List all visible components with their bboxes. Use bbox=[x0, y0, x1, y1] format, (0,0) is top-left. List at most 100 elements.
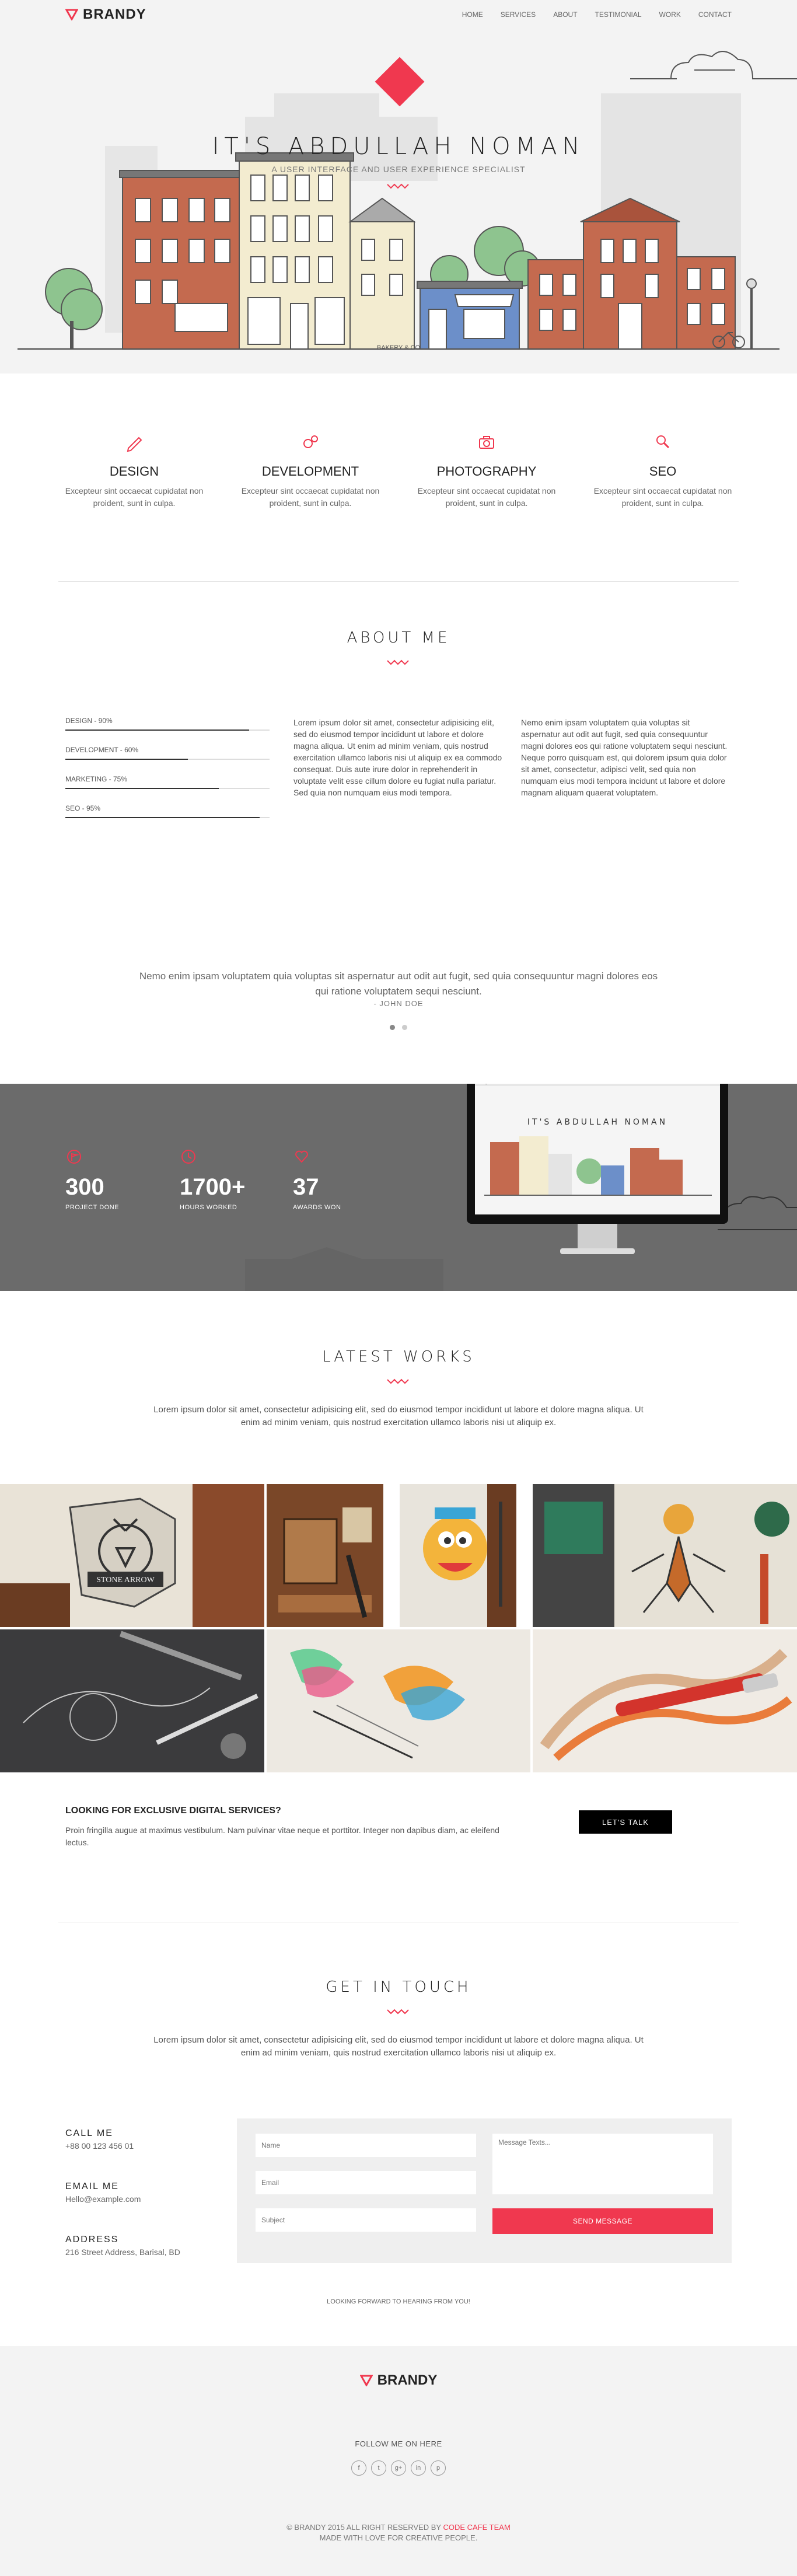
skill-bar-fill bbox=[65, 759, 188, 760]
skill-bar-fill bbox=[65, 729, 249, 731]
sketch-tools-artwork bbox=[0, 1629, 264, 1772]
skill-label: DEVELOPMENT - 60% bbox=[65, 746, 139, 754]
city-illustration bbox=[18, 51, 797, 350]
stat-label: PROJECT DONE bbox=[65, 1204, 119, 1211]
facebook-icon[interactable]: f bbox=[351, 2460, 366, 2476]
character-artwork bbox=[400, 1484, 516, 1627]
lets-talk-button[interactable]: LET'S TALK bbox=[579, 1810, 672, 1834]
service-title: SEO bbox=[649, 464, 677, 479]
social-links: f t g+ in p bbox=[0, 2460, 797, 2476]
svg-text:▽ BRANDY: ▽ BRANDY bbox=[484, 1084, 509, 1085]
contact-call: CALL ME +88 00 123 456 01 bbox=[65, 2128, 134, 2151]
pager-dot-active[interactable] bbox=[390, 1025, 395, 1030]
about-title: ABOUT ME bbox=[347, 629, 450, 647]
hero-subtitle: A USER INTERFACE AND USER EXPERIENCE SPE… bbox=[271, 165, 526, 174]
service-title: DEVELOPMENT bbox=[261, 464, 359, 479]
stats-section: ▽ BRANDY IT'S ABDULLAH NOMAN 300 PROJECT… bbox=[0, 1084, 797, 1291]
site-footer: BRANDY FOLLOW ME ON HERE f t g+ in p © B… bbox=[0, 2346, 797, 2576]
nav-contact[interactable]: CONTACT bbox=[698, 11, 732, 19]
portfolio-item[interactable] bbox=[0, 1629, 264, 1772]
insect-artwork bbox=[533, 1484, 797, 1627]
contact-form: SEND MESSAGE bbox=[237, 2118, 732, 2263]
team-link[interactable]: CODE CAFE TEAM bbox=[443, 2523, 510, 2532]
portfolio-item[interactable] bbox=[267, 1484, 397, 1627]
services-row: DESIGN Excepteur sint occaecat cupidatat… bbox=[58, 432, 739, 509]
skill-bar bbox=[65, 759, 270, 760]
nav-work[interactable]: WORK bbox=[659, 11, 681, 19]
portfolio-item[interactable] bbox=[533, 1484, 797, 1627]
portfolio-item[interactable]: STONE ARROW bbox=[0, 1484, 264, 1627]
service-text: Excepteur sint occaecat cupidatat non pr… bbox=[593, 486, 732, 508]
cta-text: Proin fringilla augue at maximus vestibu… bbox=[65, 1825, 499, 1847]
search-icon bbox=[656, 435, 670, 449]
stats-background-art: ▽ BRANDY IT'S ABDULLAH NOMAN bbox=[245, 1084, 797, 1291]
divider bbox=[58, 581, 739, 582]
email-title: EMAIL ME bbox=[65, 2181, 119, 2191]
copyright: © BRANDY 2015 ALL RIGHT RESERVED BY CODE… bbox=[0, 2522, 797, 2543]
stat-number: 1700+ bbox=[180, 1174, 246, 1200]
portfolio-item[interactable] bbox=[533, 1629, 797, 1772]
about-paragraph-2: Nemo enim ipsam voluptatem quia voluptas… bbox=[521, 718, 728, 797]
testimonial-author: - JOHN DOE bbox=[373, 999, 424, 1008]
copyright-text: © BRANDY 2015 ALL RIGHT RESERVED BY bbox=[286, 2523, 443, 2532]
nav-home[interactable]: HOME bbox=[462, 11, 483, 19]
linkedin-icon[interactable]: in bbox=[411, 2460, 426, 2476]
nav-about[interactable]: ABOUT bbox=[553, 11, 577, 19]
email-field[interactable] bbox=[256, 2171, 476, 2194]
service-development: DEVELOPMENT Excepteur sint occaecat cupi… bbox=[235, 432, 386, 509]
zigzag-divider-icon bbox=[387, 183, 409, 189]
flag-icon bbox=[67, 1150, 81, 1164]
skill-bar bbox=[65, 729, 270, 731]
pager-dot[interactable] bbox=[402, 1025, 407, 1030]
service-title: PHOTOGRAPHY bbox=[436, 464, 537, 479]
made-with-love: MADE WITH LOVE FOR CREATIVE PEOPLE. bbox=[319, 2533, 478, 2542]
brand-logo[interactable]: BRANDY bbox=[65, 6, 146, 23]
portfolio-item[interactable] bbox=[267, 1629, 530, 1772]
name-field[interactable] bbox=[256, 2134, 476, 2157]
nav-services[interactable]: SERVICES bbox=[501, 11, 536, 19]
pinterest-icon[interactable]: p bbox=[431, 2460, 446, 2476]
hero-section: IT'S ABDULLAH NOMAN A USER INTERFACE AND… bbox=[0, 29, 797, 374]
cta-block: LOOKING FOR EXCLUSIVE DIGITAL SERVICES? … bbox=[65, 1806, 509, 1849]
twitter-icon[interactable]: t bbox=[371, 2460, 386, 2476]
svg-text:IT'S ABDULLAH NOMAN: IT'S ABDULLAH NOMAN bbox=[527, 1118, 667, 1127]
subject-field[interactable] bbox=[256, 2208, 476, 2232]
footer-brand[interactable]: BRANDY bbox=[0, 2372, 797, 2389]
main-nav: HOME SERVICES ABOUT TESTIMONIAL WORK CON… bbox=[462, 11, 732, 19]
zigzag-divider-icon bbox=[387, 659, 409, 665]
about-paragraph-1: Lorem ipsum dolor sit amet, consectetur … bbox=[293, 718, 502, 797]
contact-email: EMAIL ME Hello@example.com bbox=[65, 2181, 141, 2204]
skill-bar-fill bbox=[65, 788, 219, 789]
call-value[interactable]: +88 00 123 456 01 bbox=[65, 2141, 134, 2151]
skill-label: MARKETING - 75% bbox=[65, 775, 128, 783]
nav-testimonial[interactable]: TESTIMONIAL bbox=[595, 11, 642, 19]
contact-note: LOOKING FORWARD TO HEARING FROM YOU! bbox=[327, 2298, 470, 2305]
hero-title: IT'S ABDULLAH NOMAN bbox=[212, 133, 585, 160]
pencil-icon bbox=[127, 437, 142, 452]
skill-bar bbox=[65, 788, 270, 789]
stamp-text: STONE ARROW bbox=[96, 1576, 155, 1584]
stat-projects: 300 PROJECT DONE bbox=[65, 1148, 119, 1211]
address-title: ADDRESS bbox=[65, 2235, 119, 2245]
skill-label: DESIGN - 90% bbox=[65, 717, 113, 725]
send-message-button[interactable]: SEND MESSAGE bbox=[492, 2208, 713, 2234]
service-text: Excepteur sint occaecat cupidatat non pr… bbox=[417, 486, 556, 508]
portfolio-pair bbox=[267, 1484, 530, 1627]
service-seo: SEO Excepteur sint occaecat cupidatat no… bbox=[587, 432, 739, 509]
portfolio-item[interactable] bbox=[400, 1484, 530, 1627]
email-value[interactable]: Hello@example.com bbox=[65, 2194, 141, 2204]
google-plus-icon[interactable]: g+ bbox=[391, 2460, 406, 2476]
skill-label: SEO - 95% bbox=[65, 804, 101, 812]
stat-label: HOURS WORKED bbox=[180, 1204, 237, 1211]
clock-icon bbox=[181, 1150, 195, 1164]
contact-title: GET IN TOUCH bbox=[326, 1978, 471, 1996]
message-field[interactable] bbox=[492, 2134, 713, 2194]
contact-intro: Lorem ipsum dolor sit amet, consectetur … bbox=[153, 2035, 644, 2058]
address-value: 216 Street Address, Barisal, BD bbox=[65, 2247, 180, 2257]
service-title: DESIGN bbox=[109, 464, 159, 479]
service-photography: PHOTOGRAPHY Excepteur sint occaecat cupi… bbox=[411, 432, 562, 509]
triangle-logo-icon bbox=[65, 9, 78, 20]
zigzag-divider-icon bbox=[387, 2009, 409, 2015]
stat-hours: 1700+ HOURS WORKED bbox=[180, 1148, 245, 1211]
colorful-logo-artwork bbox=[267, 1629, 530, 1772]
